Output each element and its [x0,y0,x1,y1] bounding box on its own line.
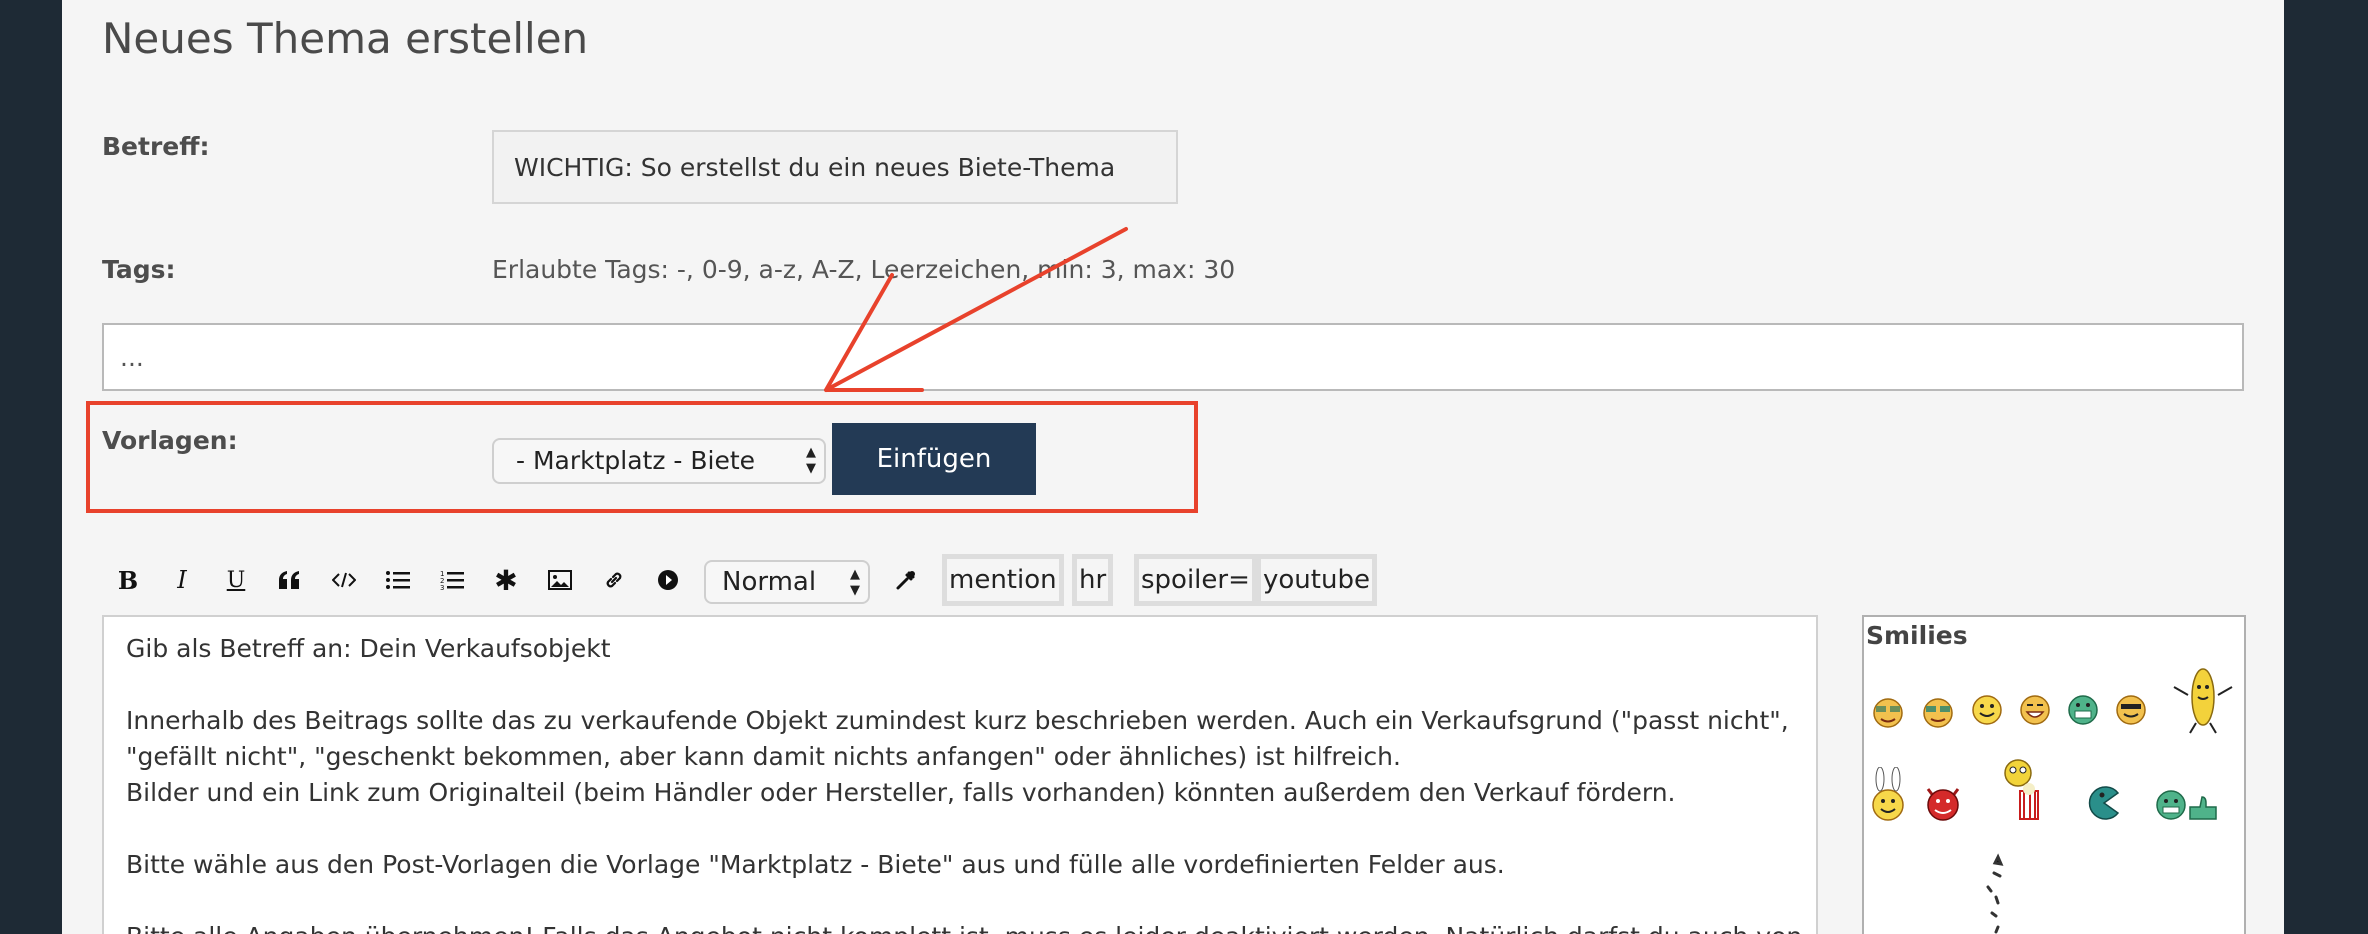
mention-button[interactable]: mention [942,554,1064,606]
smilies-panel: Smilies [1862,615,2246,934]
italic-icon[interactable]: I [162,552,202,608]
numbered-list-icon[interactable]: 123 [432,552,472,608]
editor-line: "gefällt nicht", "geschenkt bekommen, ab… [126,742,1401,771]
bullet-list-icon[interactable] [378,552,418,608]
popcorn-smiley-icon[interactable] [2000,757,2046,825]
hr-button[interactable]: hr [1072,554,1114,606]
spoiler-button[interactable]: spoiler= [1134,554,1257,606]
format-select-value: Normal [722,567,817,597]
post-editor[interactable]: Gib als Betreff an: Dein Verkaufsobjekt … [102,615,1818,934]
teeth-smiley-icon[interactable] [2066,693,2100,727]
subject-label: Betreff: [102,132,210,161]
smilies-title: Smilies [1866,621,1968,650]
editor-line: Bitte wähle aus den Post-Vorlagen die Vo… [126,850,1505,879]
editor-line [126,811,1794,847]
quote-icon[interactable] [270,552,310,608]
new-topic-panel: Neues Thema erstellen Betreff: Tags: Erl… [62,0,2284,934]
highlight-box [86,401,1198,513]
tags-input[interactable] [102,323,2244,391]
nerd-smiley-icon[interactable] [1870,693,1906,729]
youtube-button[interactable]: youtube [1256,554,1377,606]
image-icon[interactable] [540,552,580,608]
editor-line [126,883,1794,919]
editor-line: Gib als Betreff an: Dein Verkaufsobjekt [126,634,611,663]
editor-toolbar: B I U 123 ✱ Normal ▲ ▼ mention hr spoile… [102,552,1402,608]
tags-hint: Erlaubte Tags: -, 0-9, a-z, A-Z, Leerzei… [492,255,1236,284]
format-select[interactable]: Normal ▲ ▼ [704,560,870,604]
asterisk-icon[interactable]: ✱ [486,552,526,608]
smile-icon[interactable] [1970,693,2004,727]
dancing-figure-icon[interactable] [1968,853,2028,934]
editor-line: Bilder und ein Link zum Originalteil (be… [126,778,1676,807]
editor-line: Innerhalb des Beitrags sollte das zu ver… [126,706,1789,735]
devil-smiley-icon[interactable] [1920,779,1966,823]
thumbs-up-smiley-icon[interactable] [2154,787,2224,823]
dancing-banana-icon[interactable] [2168,657,2238,735]
subject-input[interactable] [492,130,1178,204]
bunny-smiley-icon[interactable] [1868,767,1908,823]
code-icon[interactable] [324,552,364,608]
tags-label: Tags: [102,255,176,284]
color-picker-icon[interactable] [886,552,926,608]
bold-icon[interactable]: B [108,552,148,608]
video-icon[interactable] [648,552,688,608]
glasses-smiley-icon[interactable] [1920,693,1956,729]
svg-text:3: 3 [440,584,444,590]
page-title: Neues Thema erstellen [102,14,589,63]
link-icon[interactable] [594,552,634,608]
select-arrows-icon: ▲ ▼ [850,567,860,598]
editor-line: Bitte alle Angaben übernehmen! Falls das… [126,919,1802,934]
underline-icon[interactable]: U [216,552,256,608]
pacman-smiley-icon[interactable] [2086,785,2122,821]
grin-icon[interactable] [2018,693,2052,727]
editor-line [126,667,1794,703]
cool-smiley-icon[interactable] [2114,693,2148,727]
